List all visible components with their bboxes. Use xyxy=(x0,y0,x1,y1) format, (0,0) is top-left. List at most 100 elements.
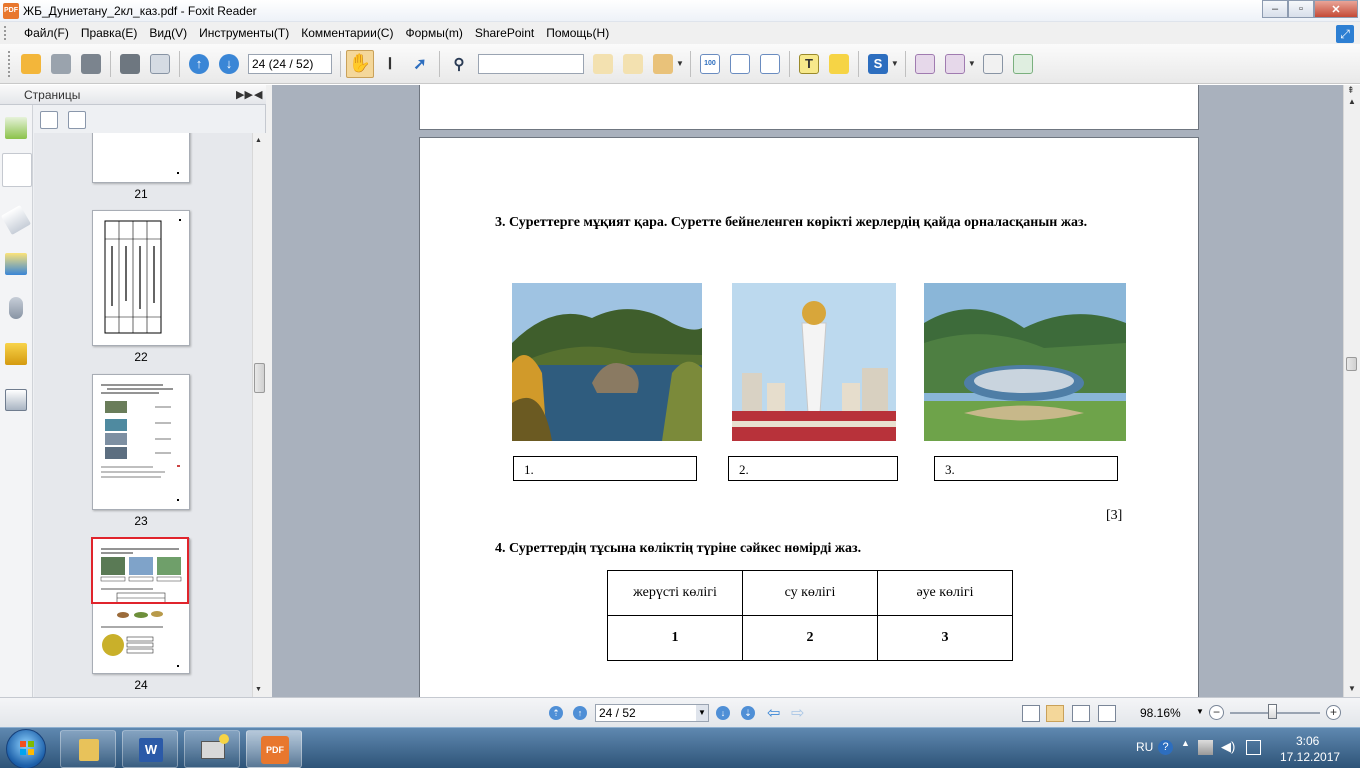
last-page-icon[interactable]: ⇣ xyxy=(741,706,755,720)
find-button[interactable]: ⚲ xyxy=(445,50,473,78)
reduce-thumbnails-icon[interactable] xyxy=(68,111,86,129)
page-number-field[interactable]: 24 (24 / 52) xyxy=(248,53,332,74)
expand-icon[interactable]: ⤢ xyxy=(1336,25,1354,43)
taskbar-foxit-reader[interactable]: PDF xyxy=(246,730,302,768)
thumbnail-page-21[interactable] xyxy=(92,133,190,183)
pdf-convert-button[interactable] xyxy=(941,50,969,78)
menu-forms[interactable]: Формы(m) xyxy=(399,26,468,40)
fit-width-button[interactable] xyxy=(756,50,784,78)
language-indicator[interactable]: RU xyxy=(1136,740,1153,754)
find-input[interactable] xyxy=(478,53,584,74)
menu-view[interactable]: Вид(V) xyxy=(143,26,193,40)
close-button[interactable]: ✕ xyxy=(1314,0,1358,18)
menu-edit[interactable]: Правка(E) xyxy=(75,26,144,40)
taskbar-word[interactable]: W xyxy=(122,730,178,768)
page-select[interactable]: 24 / 52 ▼ xyxy=(595,704,709,722)
actual-size-button[interactable]: 100 xyxy=(696,50,724,78)
thumbnail-scrollbar[interactable]: ▲ ▼ xyxy=(252,133,266,697)
select-text-button[interactable]: Ⅰ xyxy=(376,50,404,78)
pages-icon[interactable] xyxy=(2,153,32,187)
answer-box-3[interactable]: 3. xyxy=(934,456,1118,481)
volume-icon[interactable]: ◀) xyxy=(1221,739,1235,755)
hand-tool-button[interactable]: ✋ xyxy=(346,49,374,78)
clock-date[interactable]: 17.12.2017 xyxy=(1280,750,1340,764)
scroll-down-icon[interactable]: ▼ xyxy=(1348,684,1356,693)
print-button[interactable] xyxy=(116,50,144,78)
prev-page-icon[interactable]: ↑ xyxy=(573,706,587,720)
panel-collapse-icon[interactable]: ◀ xyxy=(254,88,262,101)
zoom-in-icon[interactable]: + xyxy=(1326,705,1341,720)
score-label: [3] xyxy=(1106,508,1123,523)
thumbnail-page-23[interactable] xyxy=(92,374,190,510)
pdf-page-button[interactable] xyxy=(979,50,1007,78)
taskbar-explorer[interactable] xyxy=(60,730,116,768)
menu-sharepoint[interactable]: SharePoint xyxy=(469,26,540,40)
document-scroll-thumb[interactable] xyxy=(1346,357,1357,371)
menu-file[interactable]: Файл(F) xyxy=(18,26,75,40)
layers-icon[interactable] xyxy=(0,204,32,236)
pdf-combine-button[interactable] xyxy=(1009,50,1037,78)
sharepoint-button[interactable]: S xyxy=(864,50,892,78)
chevron-down-icon[interactable]: ▼ xyxy=(968,59,976,68)
fit-page-button[interactable] xyxy=(726,50,754,78)
comments-icon[interactable] xyxy=(5,253,27,275)
scroll-up-icon[interactable]: ▲ xyxy=(1348,97,1356,106)
network-icon[interactable] xyxy=(1198,740,1213,755)
scroll-down-icon[interactable]: ▼ xyxy=(255,686,262,693)
answer-box-2[interactable]: 2. xyxy=(728,456,898,481)
pdf-create-button[interactable] xyxy=(911,50,939,78)
enlarge-thumbnails-icon[interactable] xyxy=(40,111,58,129)
menu-comments[interactable]: Комментарии(C) xyxy=(295,26,399,40)
single-page-view-icon[interactable] xyxy=(1022,705,1040,722)
zoom-slider-knob[interactable] xyxy=(1268,704,1277,719)
document-scrollbar[interactable]: ⇞ ▲ ▼ xyxy=(1343,85,1360,697)
prev-page-button[interactable]: ↑ xyxy=(185,50,213,78)
chevron-down-icon[interactable]: ▼ xyxy=(696,705,708,721)
menu-tools[interactable]: Инструменты(T) xyxy=(193,26,295,40)
show-hidden-icons-icon[interactable]: ▲ xyxy=(1181,738,1190,748)
help-icon[interactable]: ? xyxy=(1158,740,1173,755)
answer-box-1[interactable]: 1. xyxy=(513,456,697,481)
open-button[interactable] xyxy=(17,50,45,78)
taskbar-printer[interactable] xyxy=(184,730,240,768)
thumbnail-scroll-thumb[interactable] xyxy=(254,363,265,393)
next-page-button[interactable]: ↓ xyxy=(215,50,243,78)
chevron-down-icon[interactable]: ▼ xyxy=(1196,707,1204,716)
email-button[interactable] xyxy=(146,50,174,78)
forward-arrow-icon[interactable]: ⇨ xyxy=(791,703,804,723)
zoom-out-icon[interactable]: − xyxy=(1209,705,1224,720)
signature-icon[interactable] xyxy=(5,389,27,411)
menu-help[interactable]: Помощь(H) xyxy=(540,26,615,40)
save-as-button[interactable] xyxy=(77,50,105,78)
maximize-button[interactable]: ▫ xyxy=(1288,0,1314,18)
scroll-split-icon[interactable]: ⇞ xyxy=(1347,85,1355,96)
scroll-up-icon[interactable]: ▲ xyxy=(255,137,262,144)
attachment-icon[interactable] xyxy=(9,297,23,319)
security-lock-icon[interactable] xyxy=(5,343,27,365)
thumbnail-page-24[interactable] xyxy=(91,537,190,674)
document-view[interactable]: 3. Суреттерге мұқият қара. Суретте бейне… xyxy=(272,85,1343,697)
continuous-facing-view-icon[interactable] xyxy=(1098,705,1116,722)
first-page-icon[interactable]: ⇡ xyxy=(549,706,563,720)
panel-expand-icon[interactable]: ▶▶ xyxy=(236,88,253,101)
save-button[interactable] xyxy=(47,50,75,78)
find-next-button[interactable] xyxy=(619,50,647,78)
chevron-down-icon[interactable]: ▼ xyxy=(891,59,899,68)
facing-view-icon[interactable] xyxy=(1072,705,1090,722)
find-options-button[interactable] xyxy=(649,50,677,78)
clock-time[interactable]: 3:06 xyxy=(1296,734,1319,748)
start-button[interactable] xyxy=(6,729,46,768)
select-arrow-button[interactable]: ➚ xyxy=(406,50,434,78)
typewriter-button[interactable]: T xyxy=(795,50,823,78)
note-button[interactable] xyxy=(825,50,853,78)
action-center-icon[interactable] xyxy=(1246,740,1261,755)
back-arrow-icon[interactable]: ⇦ xyxy=(767,703,780,723)
thumbnail-page-22[interactable] xyxy=(92,210,190,346)
continuous-view-icon[interactable] xyxy=(1046,705,1064,722)
bookmarks-icon[interactable] xyxy=(5,117,27,139)
chevron-down-icon[interactable]: ▼ xyxy=(676,59,684,68)
panel-side-icons xyxy=(0,105,33,697)
next-page-icon[interactable]: ↓ xyxy=(716,706,730,720)
minimize-button[interactable]: – xyxy=(1262,0,1288,18)
find-prev-button[interactable] xyxy=(589,50,617,78)
